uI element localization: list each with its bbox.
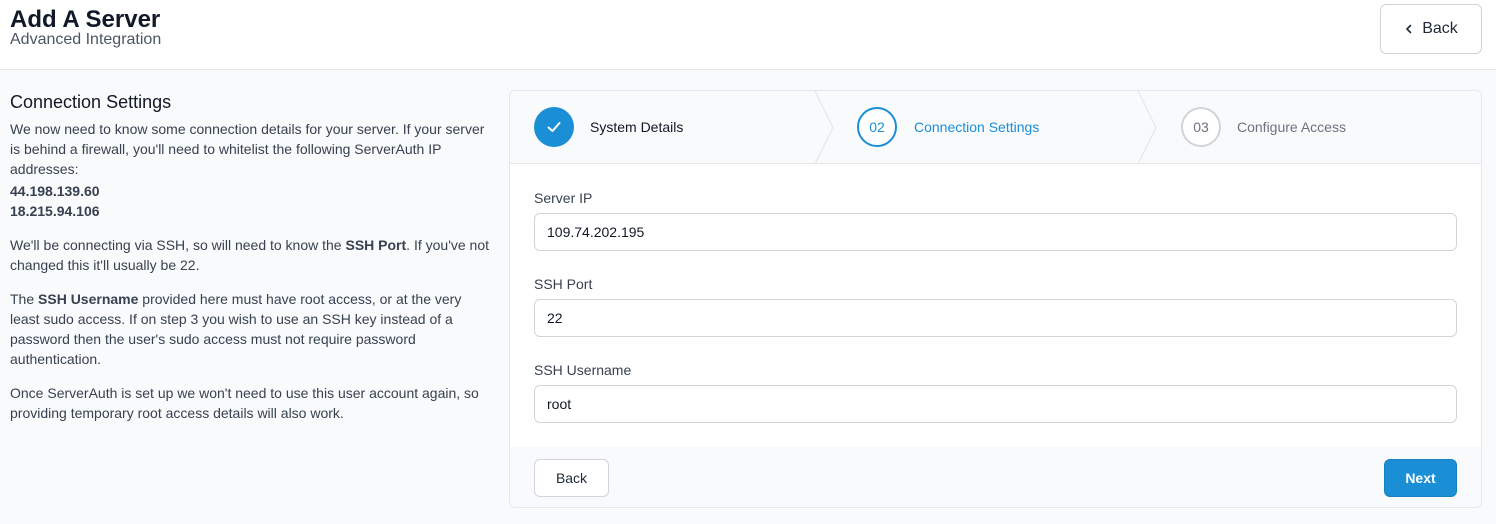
info-username-text: The SSH Username provided here must have… xyxy=(10,291,462,367)
page-subtitle: Advanced Integration xyxy=(10,31,162,48)
back-button[interactable]: Back xyxy=(534,459,609,497)
ip-address: 18.215.94.106 xyxy=(10,203,100,219)
ip-address: 44.198.139.60 xyxy=(10,183,100,199)
header-back-label: Back xyxy=(1422,20,1458,37)
ssh-port-label: SSH Port xyxy=(534,276,593,292)
server-ip-input[interactable] xyxy=(534,213,1457,251)
step-1-label: System Details xyxy=(590,119,684,135)
step-2-label: Connection Settings xyxy=(914,119,1040,135)
info-ssh-port-text: We'll be connecting via SSH, so will nee… xyxy=(10,237,490,273)
ssh-username-input[interactable] xyxy=(534,385,1457,423)
step-1-complete-circle xyxy=(534,107,574,147)
server-ip-label: Server IP xyxy=(534,190,593,206)
step-3-label: Configure Access xyxy=(1237,119,1346,135)
ssh-port-input[interactable] xyxy=(534,299,1457,337)
page-title: Add A Server xyxy=(10,6,161,33)
step-separator-icon xyxy=(814,91,834,164)
wizard-footer: Back Next xyxy=(510,447,1481,507)
ssh-username-label: SSH Username xyxy=(534,362,632,378)
info-panel: Connection Settings We now need to know … xyxy=(10,91,490,423)
next-button[interactable]: Next xyxy=(1384,459,1457,497)
step-2-circle: 02 xyxy=(857,107,897,147)
info-intro: We now need to know some connection deta… xyxy=(10,121,485,177)
step-3-circle: 03 xyxy=(1181,107,1221,147)
info-closing-text: Once ServerAuth is set up we won't need … xyxy=(10,385,479,421)
info-heading: Connection Settings xyxy=(10,92,172,112)
ip-list: 44.198.139.60 18.215.94.106 xyxy=(10,181,490,221)
check-icon xyxy=(547,122,561,132)
page-header: Add A Server Advanced Integration Back xyxy=(0,0,1496,70)
step-separator-icon xyxy=(1137,91,1157,164)
step-progress: System Details 02 Connection Settings 03… xyxy=(510,91,1481,164)
chevron-left-icon xyxy=(1406,24,1412,34)
header-back-button[interactable]: Back xyxy=(1380,4,1482,54)
wizard-card: System Details 02 Connection Settings 03… xyxy=(509,90,1482,508)
